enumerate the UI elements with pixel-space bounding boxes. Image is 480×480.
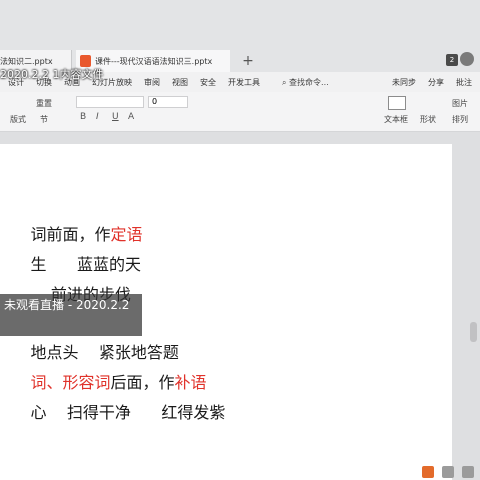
shape-label[interactable]: 形状	[420, 114, 436, 125]
comment-button[interactable]: 批注	[456, 77, 472, 88]
font-name-select[interactable]	[76, 96, 144, 108]
italic-button[interactable]: I	[96, 112, 99, 122]
menu-item-review[interactable]: 审阅	[144, 77, 160, 88]
textbox-label: 文本框	[384, 115, 408, 124]
tab-2-label: 课件---现代汉语语法知识三.pptx	[95, 56, 213, 66]
vertical-scrollbar-thumb[interactable]	[470, 322, 477, 342]
add-tab-button[interactable]: +	[238, 50, 258, 72]
tray-app-icon[interactable]	[462, 466, 474, 478]
slide-text: 心 扫得干净 红得发紫	[30, 403, 226, 422]
command-search[interactable]: ⌕ 查找命令...	[282, 77, 329, 88]
user-avatar-icon[interactable]	[460, 52, 474, 66]
window-count-badge[interactable]: 2	[446, 54, 458, 66]
taskbar-tray	[422, 466, 474, 478]
textbox-icon[interactable]	[388, 96, 406, 110]
menu-item-developer[interactable]: 开发工具	[228, 77, 260, 88]
section-button[interactable]: 节	[40, 114, 48, 125]
menu-item-view[interactable]: 视图	[172, 77, 188, 88]
stream-date-overlay: 2020.2.2 1内容文件	[0, 68, 104, 81]
sync-status[interactable]: 未同步	[392, 77, 416, 88]
ppt-app-icon[interactable]	[422, 466, 434, 478]
slide-line-6: 心 扫得干净 红得发紫	[0, 380, 226, 442]
underline-button[interactable]: U	[112, 112, 119, 122]
ribbon-toolbar: 重置 版式 节 0 B I U A 文本框 形状 排列 图片	[0, 92, 480, 132]
reset-button[interactable]: 重置	[36, 98, 52, 109]
live-stream-label: 未观看直播 - 2020.2.2	[4, 298, 130, 312]
menu-item-security[interactable]: 安全	[200, 77, 216, 88]
picture-label[interactable]: 图片	[452, 98, 468, 109]
arrange-label[interactable]: 排列	[452, 114, 468, 125]
bold-button[interactable]: B	[80, 112, 86, 122]
search-icon: ⌕	[282, 77, 287, 87]
tab-1-label: 法知识二.pptx	[0, 56, 53, 66]
font-size-select[interactable]: 0	[148, 96, 188, 108]
tray-app-icon[interactable]	[442, 466, 454, 478]
font-color-button[interactable]: A	[128, 112, 134, 122]
layout-button[interactable]: 版式	[10, 114, 26, 125]
search-label: 查找命令...	[289, 77, 329, 87]
title-tab-bar: 法知识二.pptx 课件---现代汉语语法知识三.pptx + 2	[0, 0, 480, 74]
share-button[interactable]: 分享	[428, 77, 444, 88]
